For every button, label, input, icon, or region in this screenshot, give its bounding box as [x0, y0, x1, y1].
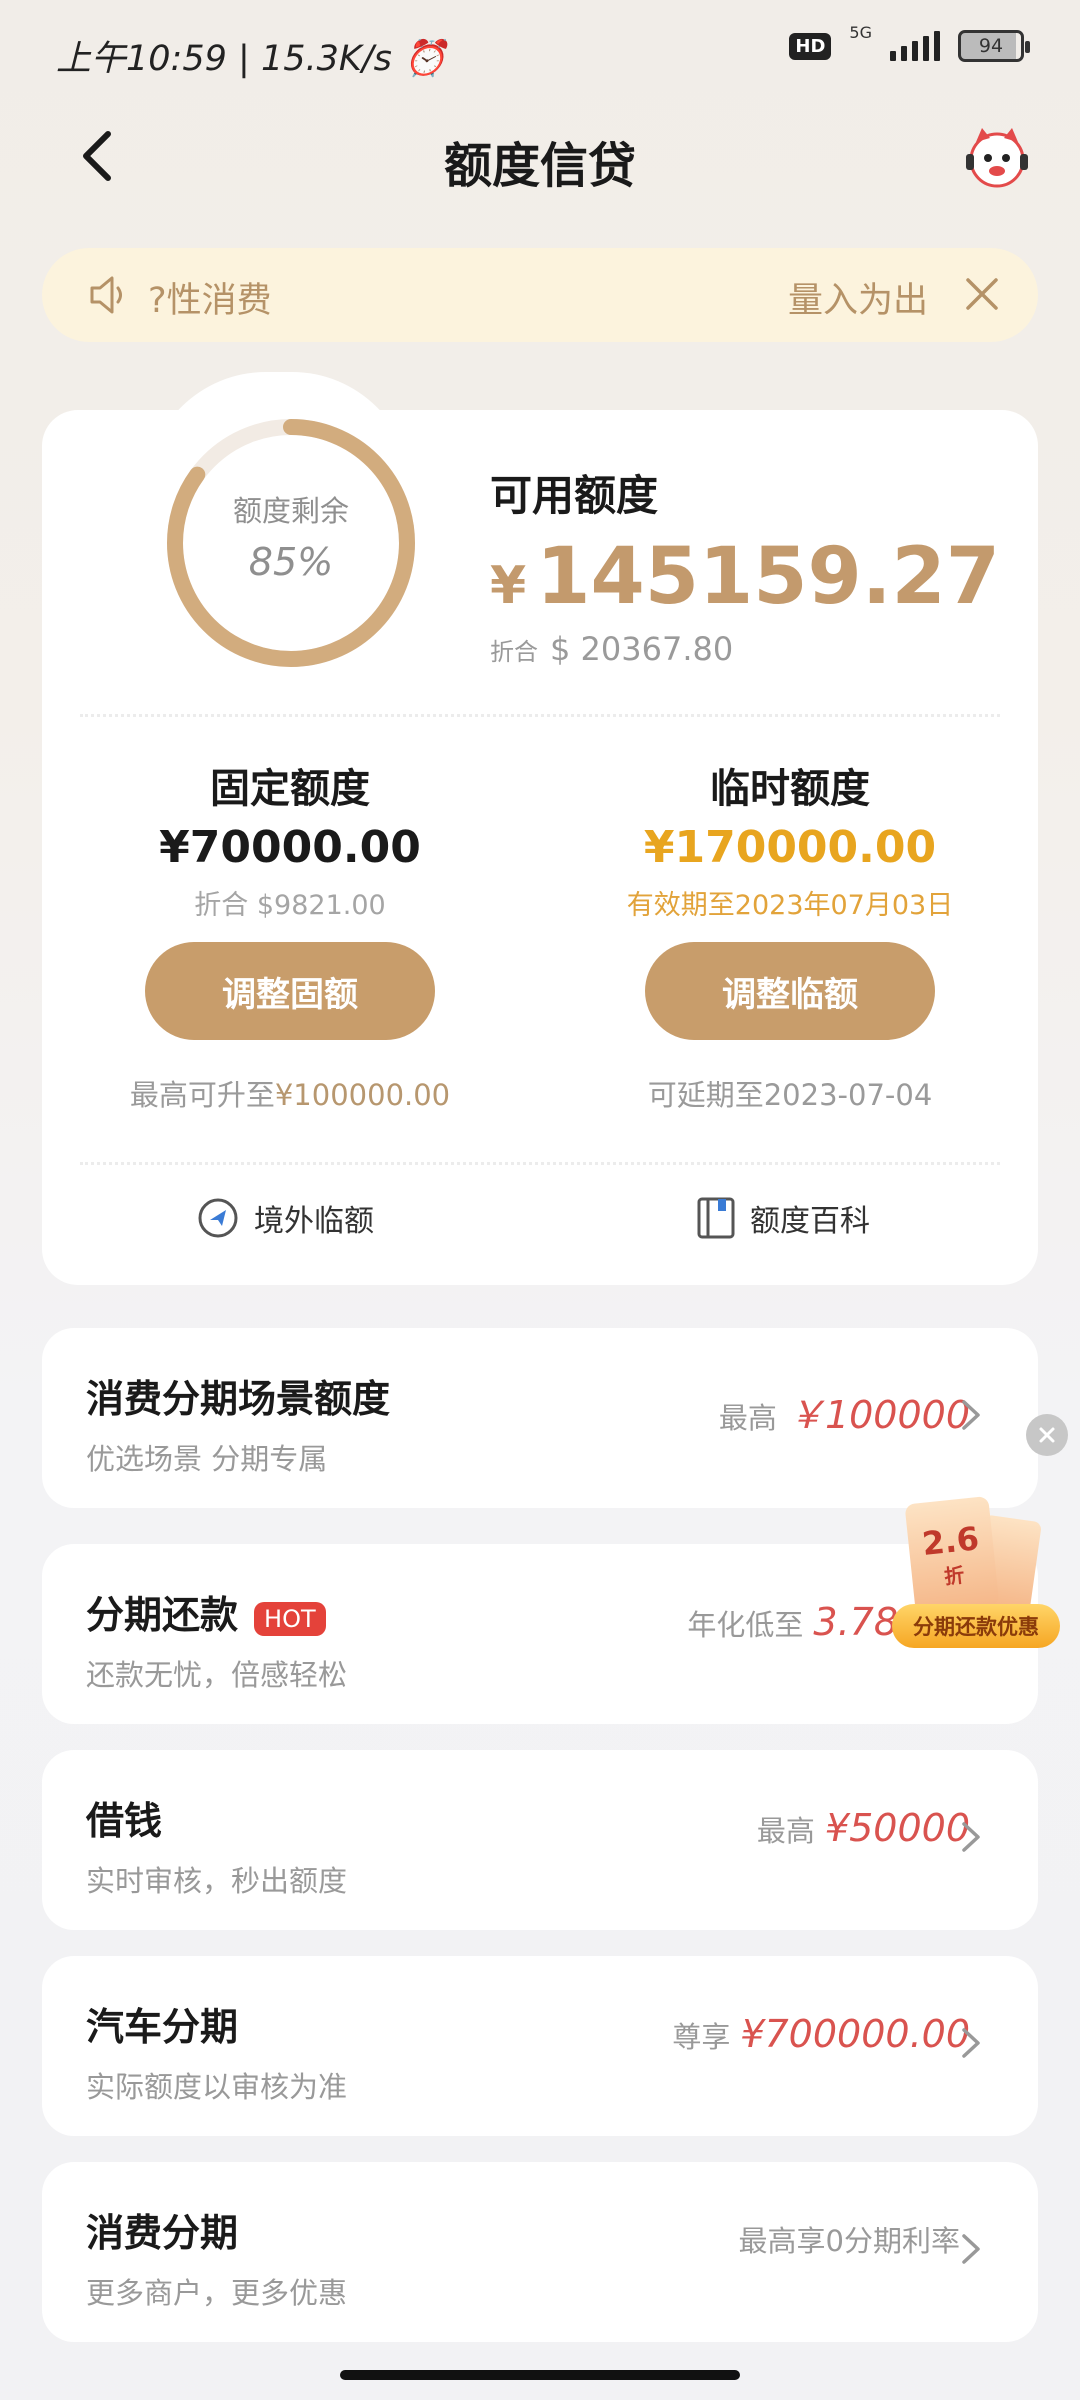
battery-icon: 94	[958, 30, 1030, 62]
temp-title: 临时额度	[710, 765, 870, 812]
hd-badge: HD	[789, 32, 832, 60]
list-item-scene-installment[interactable]: 消费分期场景额度 优选场景 分期专属 最高 ￥100000	[42, 1328, 1038, 1508]
adjust-temp-button[interactable]: 调整临额	[645, 942, 935, 1040]
available-amount: ¥145159.27	[490, 532, 1000, 622]
book-icon	[697, 1197, 735, 1239]
fixed-amount: ¥70000.00	[159, 822, 421, 873]
list-item-borrow[interactable]: 借钱 实时审核，秒出额度 最高 ¥50000	[42, 1750, 1038, 1930]
fixed-usd: 折合 $9821.00	[194, 890, 386, 921]
fixed-credit-section: 固定额度 ¥70000.00 折合 $9821.00	[60, 756, 520, 922]
overseas-temp-link[interactable]: 境外临额	[196, 1196, 374, 1240]
nav-bar: 额度信贷	[0, 104, 1080, 212]
list-item-title: 汽车分期	[86, 2004, 239, 2049]
list-item-subtitle: 实际额度以审核为准	[86, 2070, 348, 2104]
network-type: 5G	[849, 22, 872, 42]
chevron-right-icon	[962, 1822, 980, 1852]
list-item-subtitle: 更多商户，更多优惠	[86, 2276, 348, 2310]
status-time: 上午10:59	[56, 39, 227, 79]
status-bar: 上午10:59 | 15.3K/s ⏰ HD 5G 94	[0, 0, 1080, 104]
list-item-subtitle: 还款无忧，倍感轻松	[86, 1658, 348, 1692]
available-usd: 折合 $ 20367.80	[490, 630, 734, 668]
list-item-value: 3.78	[813, 1600, 898, 1644]
list-item-subtitle: 优选场景 分期专属	[86, 1442, 328, 1476]
speaker-icon	[90, 276, 122, 314]
list-item-title: 借钱	[86, 1798, 163, 1843]
list-item-value: ￥100000	[786, 1393, 970, 1437]
home-indicator[interactable]	[340, 2370, 740, 2380]
list-item-value: ¥50000	[824, 1806, 970, 1850]
customer-service-mascot-icon[interactable]	[964, 124, 1030, 190]
credit-wiki-link[interactable]: 额度百科	[696, 1196, 870, 1240]
list-item-subtitle: 实时审核，秒出额度	[86, 1864, 348, 1898]
signal-icon	[890, 31, 940, 61]
temp-valid-date: 有效期至2023年07月03日	[626, 890, 954, 921]
ring-percent: 85%	[248, 540, 334, 584]
temp-amount: ¥170000.00	[643, 822, 937, 873]
notice-text: ?性消费	[148, 281, 272, 321]
divider	[80, 714, 1000, 717]
close-icon	[1039, 1427, 1055, 1443]
promo-close-button[interactable]	[1026, 1414, 1068, 1456]
list-item-title: 消费分期	[86, 2210, 239, 2255]
close-icon[interactable]	[962, 274, 1002, 314]
fixed-title: 固定额度	[210, 765, 370, 812]
temp-credit-section: 临时额度 ¥170000.00 有效期至2023年07月03日	[560, 756, 1020, 922]
fixed-note: 最高可升至¥100000.00	[129, 1078, 451, 1112]
list-item-consumer-installment[interactable]: 消费分期 更多商户，更多优惠 最高享0分期利率	[42, 2162, 1038, 2342]
plane-globe-icon	[198, 1198, 238, 1238]
ring-label: 额度剩余	[232, 494, 349, 528]
alarm-icon: ⏰	[403, 39, 447, 79]
discount-tag: 2.6 折	[904, 1495, 1000, 1615]
temp-note: 可延期至2023-07-04	[647, 1078, 933, 1112]
battery-level: 94	[978, 35, 1004, 57]
list-item-title: 消费分期场景额度	[86, 1377, 391, 1421]
list-item-car-installment[interactable]: 汽车分期 实际额度以审核为准 尊享 ¥700000.00	[42, 1956, 1038, 2136]
chevron-right-icon	[962, 2234, 980, 2264]
list-item-value: ¥700000.00	[740, 2012, 970, 2056]
divider	[80, 1162, 1000, 1165]
chevron-right-icon	[962, 2028, 980, 2058]
list-item-title: 分期还款	[86, 1592, 239, 1637]
notice-bar: ?性消费 量入为出	[42, 248, 1038, 342]
status-speed: 15.3K/s	[260, 39, 392, 79]
page-title: 额度信贷	[443, 138, 636, 194]
promo-label: 分期还款优惠	[892, 1604, 1060, 1648]
hot-badge: HOT	[254, 1601, 326, 1636]
notice-slogan: 量入为出	[787, 281, 928, 321]
available-label: 可用额度	[490, 471, 659, 520]
chevron-right-icon	[962, 1400, 980, 1430]
list-item-installment-repay[interactable]: 分期还款 HOT 还款无忧，倍感轻松 年化低至 3.78	[42, 1544, 1038, 1724]
adjust-fixed-button[interactable]: 调整固额	[145, 942, 435, 1040]
installment-promo-widget[interactable]: 2.6 折 分期还款优惠	[892, 1495, 1060, 1660]
